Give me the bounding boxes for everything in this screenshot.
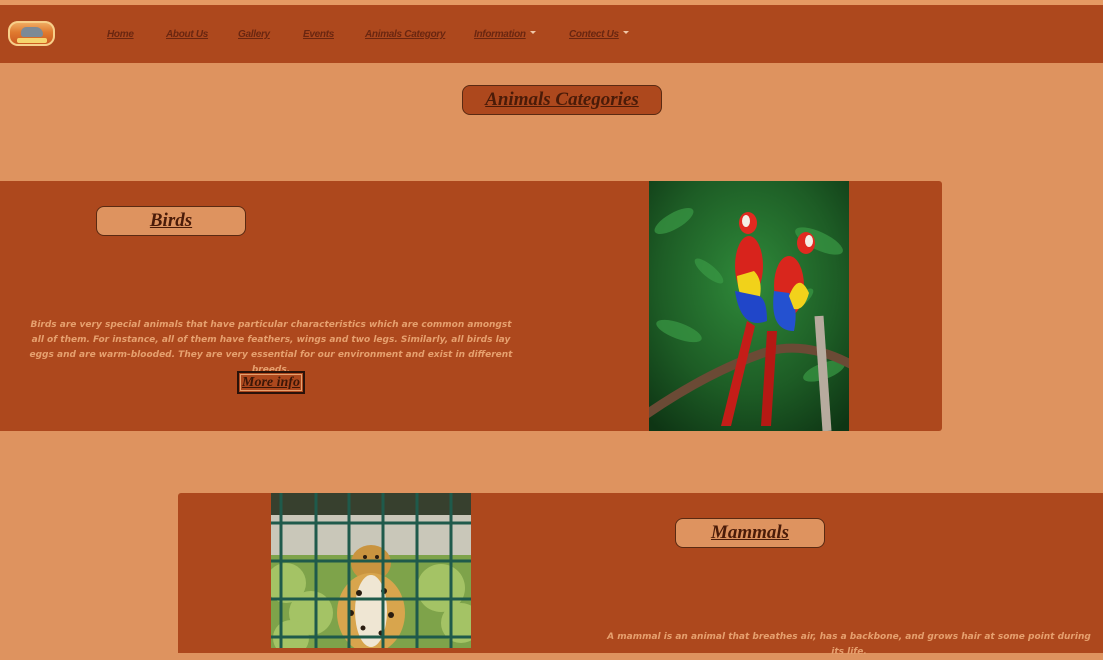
nav-contact-label: Contect Us (569, 29, 619, 40)
logo-animal-icon (21, 27, 43, 37)
nav-events-link[interactable]: Events (303, 29, 334, 40)
birds-heading: Birds (96, 206, 246, 236)
nav-contact-dropdown[interactable]: Contect Us (569, 29, 629, 40)
nav-gallery-link[interactable]: Gallery (238, 29, 270, 40)
mammals-image (271, 493, 471, 648)
zoo-logo[interactable] (8, 21, 55, 46)
nav-animals-category-link[interactable]: Animals Category (365, 29, 446, 40)
page-title: Animals Categories (462, 85, 662, 115)
nav-about-link[interactable]: About Us (166, 29, 208, 40)
chevron-down-icon (622, 31, 629, 34)
birds-description: Birds are very special animals that have… (29, 320, 513, 375)
more-info-button[interactable]: More info (237, 371, 305, 394)
mammals-heading: Mammals (675, 518, 825, 548)
logo-banner (17, 38, 47, 43)
nav-information-dropdown[interactable]: Information (474, 29, 536, 40)
leopard-illustration (271, 493, 471, 648)
nav-home-link[interactable]: Home (107, 29, 134, 40)
nav-information-label: Information (474, 29, 526, 40)
chevron-down-icon (529, 31, 536, 34)
parrot-illustration (649, 181, 849, 431)
birds-image (649, 181, 849, 431)
mammals-description: A mammal is an animal that breathes air,… (607, 632, 1091, 657)
